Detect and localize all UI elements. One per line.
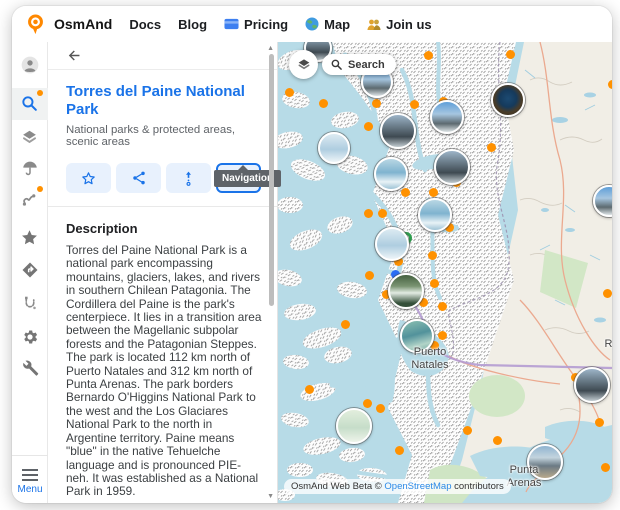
- share-icon: [131, 170, 147, 186]
- poi-dot-marker[interactable]: [463, 426, 472, 435]
- nav-link-map[interactable]: Map: [305, 17, 350, 32]
- map-canvas[interactable]: PuertoNatales PuntaArenas Río Search Osm…: [278, 42, 612, 503]
- weather-umbrella-icon[interactable]: [19, 157, 41, 179]
- marker-layer: [278, 42, 612, 503]
- scrollbar-up-arrow[interactable]: ▲: [267, 45, 274, 52]
- join-us-icon: [367, 18, 381, 31]
- tracks-icon[interactable]: [19, 188, 41, 210]
- settings-gear-icon[interactable]: [19, 326, 41, 348]
- poi-dot-marker[interactable]: [378, 209, 387, 218]
- map-search-icon: [330, 58, 343, 71]
- app-window: OsmAnd Docs Blog Pricing Map: [12, 6, 612, 503]
- description-text: Torres del Paine National Park is a nati…: [66, 244, 264, 499]
- photo-marker[interactable]: [593, 185, 612, 217]
- photo-marker[interactable]: [491, 83, 525, 117]
- poi-dot-marker[interactable]: [341, 320, 350, 329]
- globe-icon: [305, 17, 319, 31]
- poi-dot-marker[interactable]: [319, 99, 328, 108]
- poi-dot-marker[interactable]: [493, 436, 502, 445]
- poi-dot-marker[interactable]: [364, 209, 373, 218]
- poi-dot-marker[interactable]: [305, 385, 314, 394]
- photo-marker[interactable]: [375, 227, 409, 261]
- photo-marker[interactable]: [374, 157, 408, 191]
- poi-dot-marker[interactable]: [376, 404, 385, 413]
- poi-dot-marker[interactable]: [401, 188, 410, 197]
- tracks-badge: [37, 186, 43, 192]
- share-button[interactable]: [116, 163, 161, 193]
- photo-marker[interactable]: [336, 408, 372, 444]
- favorites-star-icon[interactable]: [19, 226, 41, 248]
- poi-dot-marker[interactable]: [487, 143, 496, 152]
- details-panel: Torres del Paine National Park National …: [48, 42, 278, 503]
- poi-dot-marker[interactable]: [603, 289, 612, 298]
- map-search-button[interactable]: Search: [322, 54, 396, 75]
- openstreetmap-link[interactable]: OpenStreetMap: [384, 481, 451, 492]
- pricing-card-icon: [224, 18, 239, 30]
- nav-link-pricing[interactable]: Pricing: [224, 17, 288, 32]
- poi-dot-marker[interactable]: [365, 271, 374, 280]
- distance-button[interactable]: [166, 163, 211, 193]
- map-search-label: Search: [348, 59, 385, 71]
- icon-sidebar: Menu: [12, 42, 48, 503]
- profile-icon[interactable]: [19, 54, 41, 76]
- photo-marker[interactable]: [418, 198, 452, 232]
- nav-link-docs[interactable]: Docs: [129, 17, 161, 32]
- photo-marker[interactable]: [380, 113, 416, 149]
- menu-button[interactable]: Menu: [12, 466, 48, 495]
- photo-marker[interactable]: [400, 319, 434, 353]
- photo-marker[interactable]: [430, 100, 464, 134]
- osmand-logo-icon: [25, 13, 46, 36]
- poi-dot-marker[interactable]: [424, 51, 433, 60]
- scrollbar-down-arrow[interactable]: ▼: [267, 493, 274, 500]
- hamburger-icon: [12, 469, 48, 481]
- poi-dot-marker[interactable]: [428, 251, 437, 260]
- menu-label: Menu: [12, 484, 48, 495]
- photo-marker[interactable]: [527, 444, 563, 480]
- scrollbar-thumb[interactable]: [269, 54, 274, 306]
- photo-marker[interactable]: [574, 367, 610, 403]
- poi-dot-marker[interactable]: [430, 279, 439, 288]
- osmand-brand[interactable]: OsmAnd: [25, 13, 112, 36]
- poi-dot-marker[interactable]: [595, 418, 604, 427]
- sidebar-divider: [12, 455, 48, 456]
- photo-marker[interactable]: [388, 273, 424, 309]
- poi-dot-marker[interactable]: [363, 399, 372, 408]
- search-badge: [37, 90, 43, 96]
- poi-dot-marker[interactable]: [410, 100, 419, 109]
- poi-dot-marker[interactable]: [608, 80, 613, 89]
- poi-dot-marker[interactable]: [285, 88, 294, 97]
- map-layers-button[interactable]: [289, 50, 318, 79]
- poi-dot-marker[interactable]: [395, 446, 404, 455]
- back-arrow-icon[interactable]: [66, 47, 83, 64]
- tools-wrench-icon[interactable]: [19, 357, 41, 379]
- divider: [48, 206, 277, 207]
- photo-marker[interactable]: [318, 132, 350, 164]
- panel-header: [48, 42, 277, 70]
- poi-dot-marker[interactable]: [601, 463, 610, 472]
- distance-icon: [181, 170, 196, 187]
- nav-link-blog[interactable]: Blog: [178, 17, 207, 32]
- poi-title: Torres del Paine National Park: [66, 83, 261, 119]
- description-heading: Description: [66, 221, 261, 236]
- map-layers-icon: [296, 57, 312, 73]
- poi-dot-marker[interactable]: [438, 331, 447, 340]
- poi-dot-marker[interactable]: [364, 122, 373, 131]
- top-navbar: OsmAnd Docs Blog Pricing Map: [12, 6, 612, 42]
- plan-route-icon[interactable]: [19, 292, 41, 314]
- map-attribution: OsmAnd Web Beta © OpenStreetMap contribu…: [284, 479, 511, 494]
- photo-marker[interactable]: [434, 149, 470, 185]
- poi-subtitle: National parks & protected areas, scenic…: [66, 124, 261, 148]
- nav-link-join-us[interactable]: Join us: [367, 17, 432, 32]
- search-icon[interactable]: [19, 92, 41, 114]
- poi-dot-marker[interactable]: [506, 50, 515, 59]
- star-outline-icon: [80, 170, 97, 187]
- brand-name: OsmAnd: [54, 16, 112, 32]
- poi-dot-marker[interactable]: [429, 188, 438, 197]
- poi-dot-marker[interactable]: [372, 99, 381, 108]
- navigation-icon[interactable]: [19, 259, 41, 281]
- layers-icon[interactable]: [19, 126, 41, 148]
- favorite-button[interactable]: [66, 163, 111, 193]
- poi-dot-marker[interactable]: [438, 302, 447, 311]
